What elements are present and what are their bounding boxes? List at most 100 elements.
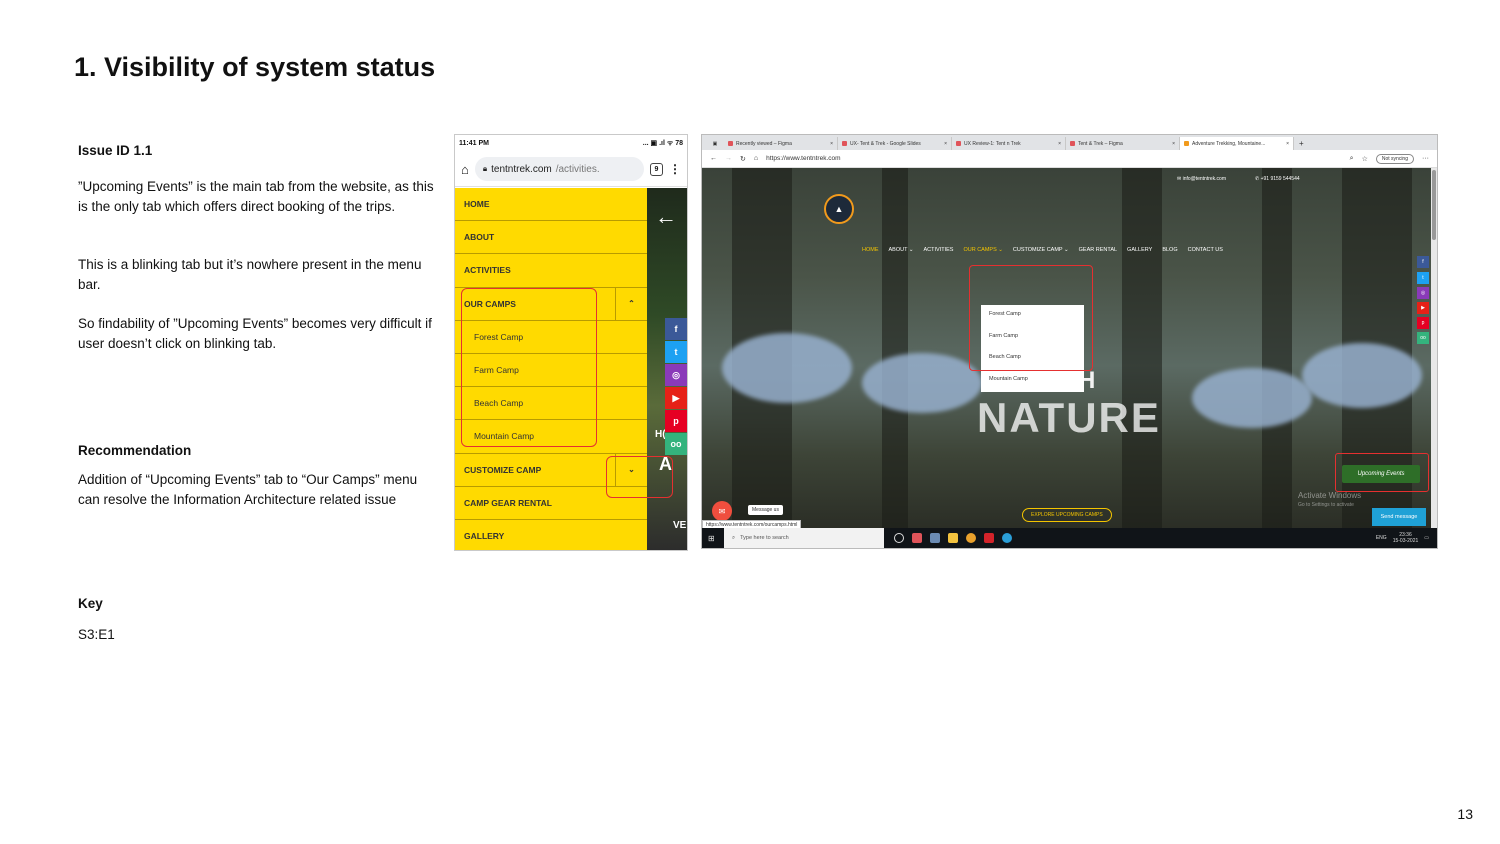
site-nav-item[interactable]: GEAR RENTAL (1079, 247, 1117, 253)
issue-paragraph-1: ”Upcoming Events” is the main tab from t… (78, 179, 434, 214)
menu-dots-icon[interactable]: ··· (1422, 155, 1429, 162)
phone-status-icons: ... ▣ .ıl ᯤ 78 (642, 140, 683, 147)
phone-address-field[interactable]: 🔒︎ tentntrek.com/activities. (474, 157, 644, 181)
phone-menu-item-label: CUSTOMIZE CAMP (464, 464, 542, 475)
search-icon: ⌕ (732, 534, 736, 541)
site-nav-item[interactable]: CONTACT US (1188, 247, 1223, 253)
forward-icon[interactable]: → (725, 155, 732, 162)
acrobat-icon[interactable] (984, 533, 994, 543)
calculator-app-icon[interactable] (930, 533, 940, 543)
explore-upcoming-camps-button[interactable]: EXPLORE UPCOMING CAMPS (1022, 508, 1112, 522)
favorite-icon[interactable]: ☆ (1362, 155, 1368, 163)
task-view-icon[interactable] (894, 533, 904, 543)
not-syncing-badge[interactable]: Not syncing (1375, 153, 1414, 164)
page-scrollbar[interactable] (1431, 168, 1437, 528)
site-nav-item[interactable]: ACTIVITIES (923, 247, 953, 253)
site-nav-item[interactable]: BLOG (1162, 247, 1177, 253)
issue-id: Issue ID 1.1 (78, 143, 153, 158)
browser-tab[interactable]: Adventure Trekking, Mountaine... × (1180, 137, 1294, 150)
pinterest-icon[interactable]: p (665, 410, 687, 432)
phone-time: 11:41 PM (459, 140, 489, 147)
mobile-screenshot: 11:41 PM ... ▣ .ıl ᯤ 78 ⌂ 🔒︎ tentntrek.c… (454, 134, 688, 551)
site-nav: HOME ABOUT ⌄ ACTIVITIES OUR CAMPS ⌄ CUSTOMIZ… (862, 247, 1223, 253)
system-tray: ENG 23:36 15-03-2021 ▭ (1376, 532, 1437, 544)
tray-clock[interactable]: 23:36 15-03-2021 (1393, 532, 1419, 544)
close-tab-icon[interactable]: × (1058, 141, 1061, 147)
activate-windows-subtext: Go to Settings to activate (1298, 502, 1354, 508)
back-arrow-icon[interactable]: ← (655, 204, 677, 230)
message-us-label: Message us (748, 505, 783, 515)
phone-menu-item-label: ACTIVITIES (464, 265, 511, 276)
tripadvisor-icon[interactable]: oo (665, 433, 687, 455)
browser-tab[interactable]: UX Review-1: Tent n Trek × (952, 137, 1066, 150)
more-options-icon[interactable]: ⋮ (669, 162, 681, 176)
highlight-our-camps-submenu (461, 288, 597, 447)
tab-favicon-icon (1070, 141, 1075, 146)
issue-paragraph-3: So findability of ”Upcoming Events” beco… (78, 316, 432, 351)
instagram-icon[interactable]: ◎ (665, 364, 687, 386)
chrome-icon[interactable] (966, 533, 976, 543)
instagram-icon[interactable]: ◎ (1417, 287, 1429, 299)
youtube-icon[interactable]: ▶ (665, 387, 687, 409)
tripadvisor-icon[interactable]: oo (1417, 332, 1429, 344)
new-tab-button[interactable]: + (1294, 137, 1309, 150)
youtube-icon[interactable]: ▶ (1417, 302, 1429, 314)
notification-icon[interactable]: ▭ (1424, 535, 1429, 541)
highlight-upcoming-events-phone (606, 456, 673, 498)
dropdown-item[interactable]: Mountain Camp (989, 376, 1076, 398)
highlight-our-camps-dropdown (969, 265, 1093, 371)
tray-lang[interactable]: ENG (1376, 535, 1387, 541)
taskbar-apps (894, 533, 1012, 543)
recommendation-text: Addition of “Upcoming Events” tab to “Ou… (78, 472, 418, 507)
browser-tab-label: UX Review-1: Tent n Trek (964, 140, 1021, 147)
windows-start-icon[interactable]: ⊞ (708, 534, 715, 543)
site-phone: ✆ +91 9159 544544 (1255, 176, 1300, 182)
phone-menu-item[interactable]: ACTIVITIES (455, 254, 647, 288)
pinterest-icon[interactable]: p (1417, 317, 1429, 329)
send-message-button[interactable]: Send message (1372, 508, 1426, 526)
twitter-icon[interactable]: t (1417, 272, 1429, 284)
twitter-icon[interactable]: t (665, 341, 687, 363)
edge-icon[interactable] (1002, 533, 1012, 543)
browser-tab[interactable]: Tent & Trek – Figma × (1066, 137, 1180, 150)
taskbar-search[interactable]: ⌕ Type here to search (724, 528, 884, 548)
back-icon[interactable]: ← (710, 155, 717, 162)
slide-title: 1. Visibility of system status (74, 52, 436, 82)
chevron-icon[interactable]: ⌃ (615, 287, 647, 320)
desktop-url[interactable]: https://www.tentntrek.com (766, 155, 1342, 162)
reload-icon[interactable]: ↻ (740, 155, 746, 163)
tab-favicon-icon (956, 141, 961, 146)
close-tab-icon[interactable]: × (1286, 141, 1289, 147)
close-tab-icon[interactable]: × (830, 141, 833, 147)
site-nav-item[interactable]: GALLERY (1127, 247, 1152, 253)
site-nav-item[interactable]: ABOUT ⌄ (889, 247, 914, 253)
browser-tab-label: Adventure Trekking, Mountaine... (1192, 140, 1266, 147)
tab-count-button[interactable]: 9 (650, 162, 663, 176)
facebook-icon[interactable]: f (665, 318, 687, 340)
file-explorer-icon[interactable] (948, 533, 958, 543)
figma-app-icon[interactable] (912, 533, 922, 543)
browser-address-bar: ← → ↻ ⌂ https://www.tentntrek.com ⌕ ☆ No… (702, 150, 1437, 168)
site-nav-item[interactable]: HOME (862, 247, 879, 253)
phone-menu-item[interactable]: GALLERY (455, 520, 647, 550)
browser-tab[interactable]: UX- Tent & Trek - Google Slides × (838, 137, 952, 150)
hero-nature: NATURE (977, 394, 1161, 441)
close-tab-icon[interactable]: × (944, 141, 947, 147)
zoom-icon[interactable]: ⌕ (1350, 155, 1354, 163)
site-email: ✉ info@tentntrek.com (1177, 176, 1227, 182)
site-logo[interactable]: ▲ (824, 194, 854, 224)
phone-menu-item-label: HOME (464, 199, 490, 210)
chat-bubble-button[interactable]: ✉ (712, 501, 732, 521)
site-nav-item[interactable]: CUSTOMIZE CAMP ⌄ (1013, 247, 1069, 253)
phone-menu-item[interactable]: ABOUT (455, 221, 647, 255)
tab-actions-icon[interactable]: ▣ (706, 137, 724, 150)
site-nav-item[interactable]: OUR CAMPS ⌄ (963, 247, 1002, 253)
tab-favicon-icon (728, 141, 733, 146)
home-icon[interactable]: ⌂ (461, 162, 469, 177)
browser-tab[interactable]: Recently viewed – Figma × (724, 137, 838, 150)
home-icon[interactable]: ⌂ (754, 155, 758, 162)
phone-menu-item-label: CAMP GEAR RENTAL (464, 497, 552, 508)
close-tab-icon[interactable]: × (1172, 141, 1175, 147)
phone-menu-item[interactable]: HOME (455, 188, 647, 222)
facebook-icon[interactable]: f (1417, 256, 1429, 268)
